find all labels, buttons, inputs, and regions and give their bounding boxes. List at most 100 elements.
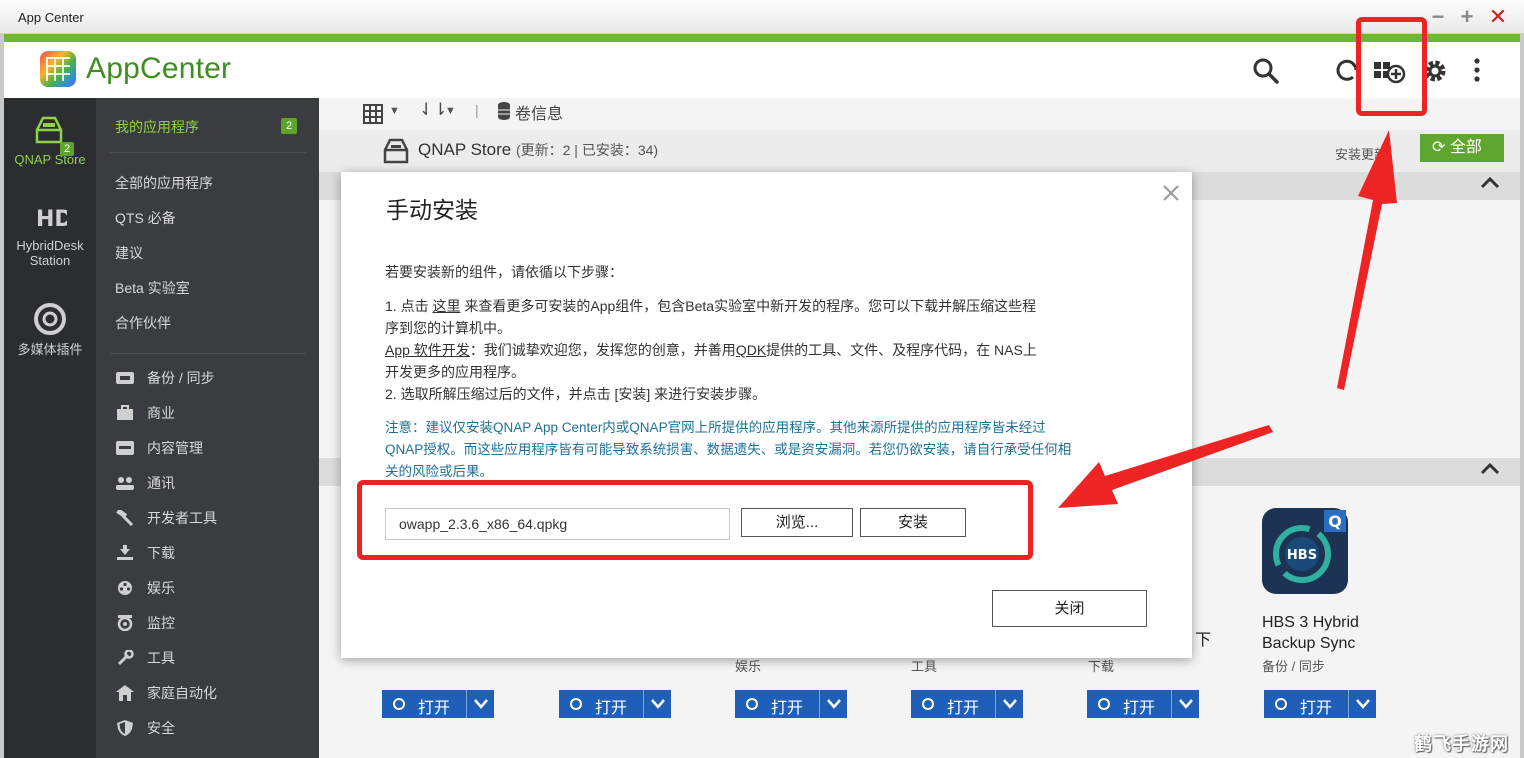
maximize-button[interactable]: + [1455, 5, 1479, 29]
step1-text: 1. 点击 [385, 298, 433, 314]
power-icon [922, 698, 934, 710]
app-category: 工具 [911, 659, 938, 674]
category-label: 备份 / 同步 [147, 370, 215, 386]
step2-text: 2. 选取所解压缩过后的文件，并点击 [安装] 来进行安装步骤。 [385, 386, 767, 402]
chevron-down-icon [474, 699, 488, 709]
category-business[interactable]: 商业 [115, 403, 175, 423]
category-communication[interactable]: 通讯 [115, 473, 175, 493]
open-app-button[interactable]: 打开 [1087, 690, 1199, 718]
rail-qnap-store[interactable]: 2 QNAP Store [4, 114, 96, 167]
app-name-partial: 下 [1195, 632, 1212, 649]
svg-text:HBS: HBS [1287, 548, 1317, 563]
left-rail: 2 QNAP Store HD HybridDesk Station 多媒体插件 [4, 98, 96, 758]
rail-hybriddesk[interactable]: HD HybridDesk Station [4, 202, 96, 268]
open-app-button[interactable]: 打开 [735, 690, 847, 718]
category-entertainment[interactable]: 娱乐 [115, 578, 175, 598]
dev-text: ：我们诚挚欢迎您，发挥您的创意，并善用 [469, 342, 736, 358]
hbs-icon: HBS Q [1273, 510, 1346, 583]
volume-info-button[interactable]: 卷信息 [515, 100, 563, 124]
rail-store-badge: 2 [60, 142, 75, 156]
dialog-step1: 1. 点击 这里 来查看更多可安装的App组件，包含Beta实验室中新开发的程序… [385, 295, 1155, 405]
qdk-link[interactable]: QDK [736, 342, 766, 358]
caret-down-icon[interactable]: ▼ [445, 105, 456, 117]
open-label: 打开 [418, 700, 451, 717]
category-home-automation[interactable]: 家庭自动化 [115, 683, 217, 703]
minimize-button[interactable]: − [1426, 5, 1450, 29]
refresh-icon: ⟳ [1432, 139, 1446, 156]
open-app-button[interactable]: 打开 [559, 690, 671, 718]
open-dropdown-button[interactable] [995, 690, 1023, 718]
category-label: 内容管理 [147, 440, 203, 456]
more-vertical-icon [1474, 58, 1480, 82]
sort-button[interactable]: ⇃⇂ [419, 100, 448, 120]
grid-view-icon[interactable] [363, 104, 383, 124]
app-category: 下载 [1088, 659, 1115, 674]
download-icon [115, 545, 135, 561]
divider [110, 353, 306, 354]
open-dropdown-button[interactable] [466, 690, 494, 718]
window-title: App Center [18, 10, 84, 25]
category-security[interactable]: 安全 [115, 718, 175, 738]
category-recommended[interactable]: 建议 [115, 243, 143, 263]
category-utilities[interactable]: 工具 [115, 648, 175, 668]
database-icon [498, 102, 510, 120]
close-window-button[interactable]: ✕ [1486, 5, 1510, 29]
category-download[interactable]: 下载 [115, 543, 175, 563]
search-button[interactable] [1251, 56, 1281, 86]
hammer-icon [115, 510, 135, 526]
store-title-text: QNAP Store [418, 140, 512, 159]
app-dev-link[interactable]: App 软件开发 [385, 342, 470, 358]
caret-down-icon[interactable]: ▼ [389, 105, 400, 117]
category-surveillance[interactable]: 监控 [115, 613, 175, 633]
close-button[interactable]: 关闭 [992, 590, 1147, 627]
open-dropdown-button[interactable] [819, 690, 847, 718]
chevron-down-icon [827, 699, 841, 709]
wrench-icon [115, 650, 135, 666]
toolbar-divider: | [475, 102, 479, 118]
more-options-button[interactable] [1462, 56, 1492, 86]
category-qts-essentials[interactable]: QTS 必备 [115, 208, 176, 228]
dialog-intro: 若要安装新的组件，请依循以下步骤： [385, 264, 623, 280]
app-name[interactable]: HBS 3 Hybrid Backup Sync [1262, 612, 1359, 654]
appcenter-logo-icon [40, 51, 76, 87]
open-dropdown-button[interactable] [643, 690, 671, 718]
home-icon [115, 685, 135, 701]
power-icon [393, 698, 405, 710]
open-dropdown-button[interactable] [1171, 690, 1199, 718]
annotation-box [1356, 17, 1427, 116]
category-label: 工具 [147, 650, 175, 666]
hbs3-app-icon[interactable]: HBS Q [1262, 508, 1348, 594]
rail-qnap-store-label: QNAP Store [14, 152, 86, 167]
category-label: 娱乐 [147, 580, 175, 596]
open-dropdown-button[interactable] [1348, 690, 1376, 718]
category-backup-sync[interactable]: 备份 / 同步 [115, 368, 215, 388]
power-icon [1275, 698, 1287, 710]
my-apps-item[interactable]: 我的应用程序 [115, 117, 199, 137]
dialog-note: 注意：建议仅安装QNAP App Center内或QNAP官网上所提供的应用程序… [385, 417, 1155, 483]
chevron-up-icon[interactable] [1480, 462, 1500, 476]
category-content-management[interactable]: 内容管理 [115, 438, 203, 458]
here-link[interactable]: 这里 [432, 298, 460, 314]
rail-multimedia-label: 多媒体插件 [17, 342, 83, 357]
main-toolbar: ▼ ⇃⇂ ▼ | 卷信息 [319, 98, 1520, 130]
update-all-button[interactable]: ⟳ 全部 [1420, 134, 1504, 162]
category-all-apps[interactable]: 全部的应用程序 [115, 173, 213, 193]
rail-multimedia[interactable]: 多媒体插件 [4, 302, 96, 357]
film-reel-icon [115, 580, 135, 596]
open-app-button[interactable]: 打开 [1264, 690, 1376, 718]
category-list: 我的应用程序 2 全部的应用程序 QTS 必备 建议 Beta 实验室 合作伙伴… [96, 98, 319, 758]
dialog-close-button[interactable] [1160, 182, 1182, 204]
category-label: 商业 [147, 405, 175, 421]
open-app-button[interactable]: 打开 [382, 690, 494, 718]
svg-text:Q: Q [1328, 512, 1342, 531]
chevron-down-icon [1179, 699, 1193, 709]
category-partners[interactable]: 合作伙伴 [115, 313, 171, 333]
chevron-up-icon[interactable] [1480, 176, 1500, 190]
chevron-down-icon [651, 699, 665, 709]
close-icon [1163, 185, 1179, 201]
category-beta-lab[interactable]: Beta 实验室 [115, 278, 190, 298]
open-label: 打开 [1123, 700, 1156, 717]
category-developer-tools[interactable]: 开发者工具 [115, 508, 217, 528]
shield-icon [115, 720, 135, 736]
open-app-button[interactable]: 打开 [911, 690, 1023, 718]
